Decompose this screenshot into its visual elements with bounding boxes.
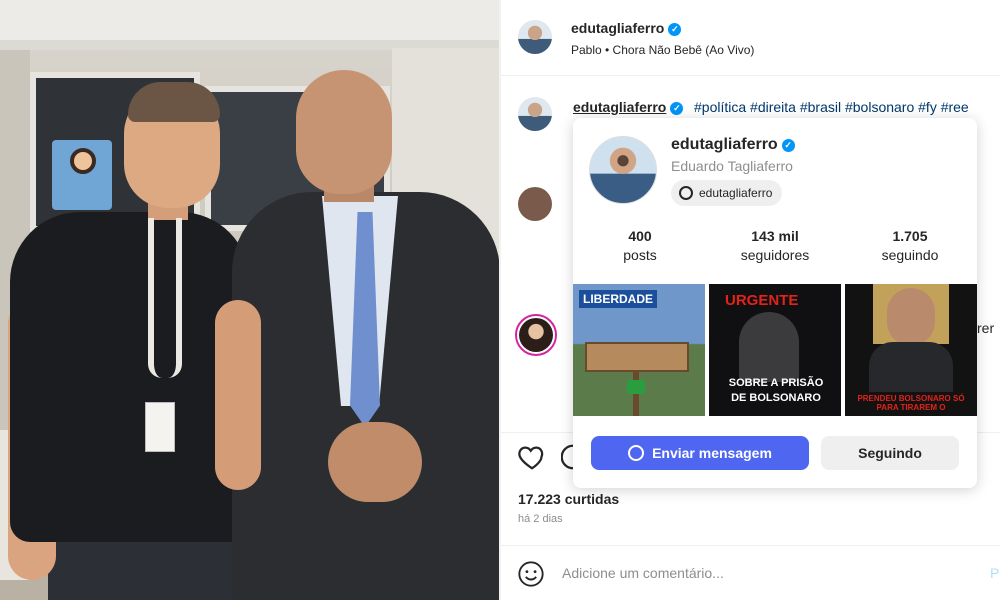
lanyard [148,218,182,378]
post-time[interactable]: há 2 dias [518,513,563,525]
send-message-button[interactable]: Enviar mensagem [591,436,809,470]
verified-badge-icon: ✓ [781,139,795,152]
stat-value: 1.705 [892,228,928,244]
profile-card-avatar[interactable] [589,136,657,204]
post-author-username-text[interactable]: edutagliaferro [571,20,664,36]
id-badge [145,402,175,452]
stat-label: posts [623,247,657,263]
post-author-avatar[interactable] [518,20,552,54]
man-right-hands [328,422,422,502]
heart-icon[interactable] [517,442,547,472]
send-message-label: Enviar mensagem [652,445,772,461]
add-comment-input[interactable]: Adicione um comentário... [562,565,724,581]
post-author-username[interactable]: edutagliaferro ✓ [571,20,682,36]
caption-username-text[interactable]: edutagliaferro [573,99,666,115]
threads-link[interactable]: edutagliaferro [671,180,783,206]
caption-hashtags[interactable]: #política #direita #brasil #bolsonaro #f… [694,99,1000,115]
instagram-post-panel: edutagliaferro ✓ Pablo • Chora Não Bebê (… [501,0,1000,600]
thumbnail-figure-body [869,342,953,392]
man-right-head [296,70,392,194]
verified-badge-icon: ✓ [670,102,684,115]
commenter-avatar-story[interactable] [515,314,557,356]
man-left-right-arm [215,300,261,490]
stat-value: 400 [628,228,652,244]
stat-followers[interactable]: 143 mil seguidores [710,228,840,263]
post-music[interactable]: Pablo • Chora Não Bebê (Ao Vivo) [571,43,754,57]
following-button[interactable]: Seguindo [821,436,959,470]
stat-label: seguidores [740,247,810,263]
profile-card-username[interactable]: edutagliaferro ✓ [671,136,795,154]
recent-post-thumbnail[interactable]: URGENTE SOBRE A PRISÃO DE BOLSONARO [709,284,841,416]
comment-text-fragment: rer [977,320,995,336]
profile-hover-card: edutagliaferro ✓ Eduardo Tagliaferro edut… [573,118,977,488]
thumbnail-title: LIBERDADE [579,290,658,308]
stat-following[interactable]: 1.705 seguindo [845,228,975,263]
profile-card-username-text[interactable]: edutagliaferro [671,136,778,153]
post-comment-button[interactable]: P [990,565,999,581]
recent-post-thumbnail[interactable]: LIBERDADE [573,284,705,416]
messenger-icon [628,445,645,461]
likes-count[interactable]: 17.223 curtidas [518,491,619,507]
add-comment-row: Adicione um comentário... P [501,545,1000,600]
thumbnail-figure-head [887,288,935,346]
stat-value: 143 mil [751,228,799,244]
brazil-flag-icon [627,380,645,394]
threads-handle[interactable]: edutagliaferro [699,186,772,200]
recent-post-thumbnail[interactable]: PRENDEU BOLSONARO SÓ PARA TIRAREM O [845,284,977,416]
caption-author-avatar[interactable] [518,97,552,131]
man-left-hair [128,82,220,122]
commenter-avatar-image [519,318,553,352]
thumbnail-subtitle: SOBRE A PRISÃO DE BOLSONARO [728,377,824,404]
man-left-tshirt [10,212,250,542]
thumbnail-caption: PRENDEU BOLSONARO SÓ PARA TIRAREM O [857,394,965,412]
threads-icon [679,186,693,200]
cartoon-face [70,148,96,174]
thumbnail-figure [739,312,799,382]
thumbnail-title: URGENTE [725,292,799,309]
thumbnail-sign [585,342,689,372]
caption-username[interactable]: edutagliaferro ✓ [573,99,684,115]
header-divider [501,75,1000,76]
emoji-icon[interactable] [517,560,545,588]
verified-badge-icon: ✓ [668,23,682,36]
profile-card-full-name: Eduardo Tagliaferro [671,158,793,174]
commenter-avatar[interactable] [518,187,552,221]
stat-posts[interactable]: 400 posts [575,228,705,263]
stat-label: seguindo [881,247,939,263]
post-photo[interactable] [0,0,500,600]
